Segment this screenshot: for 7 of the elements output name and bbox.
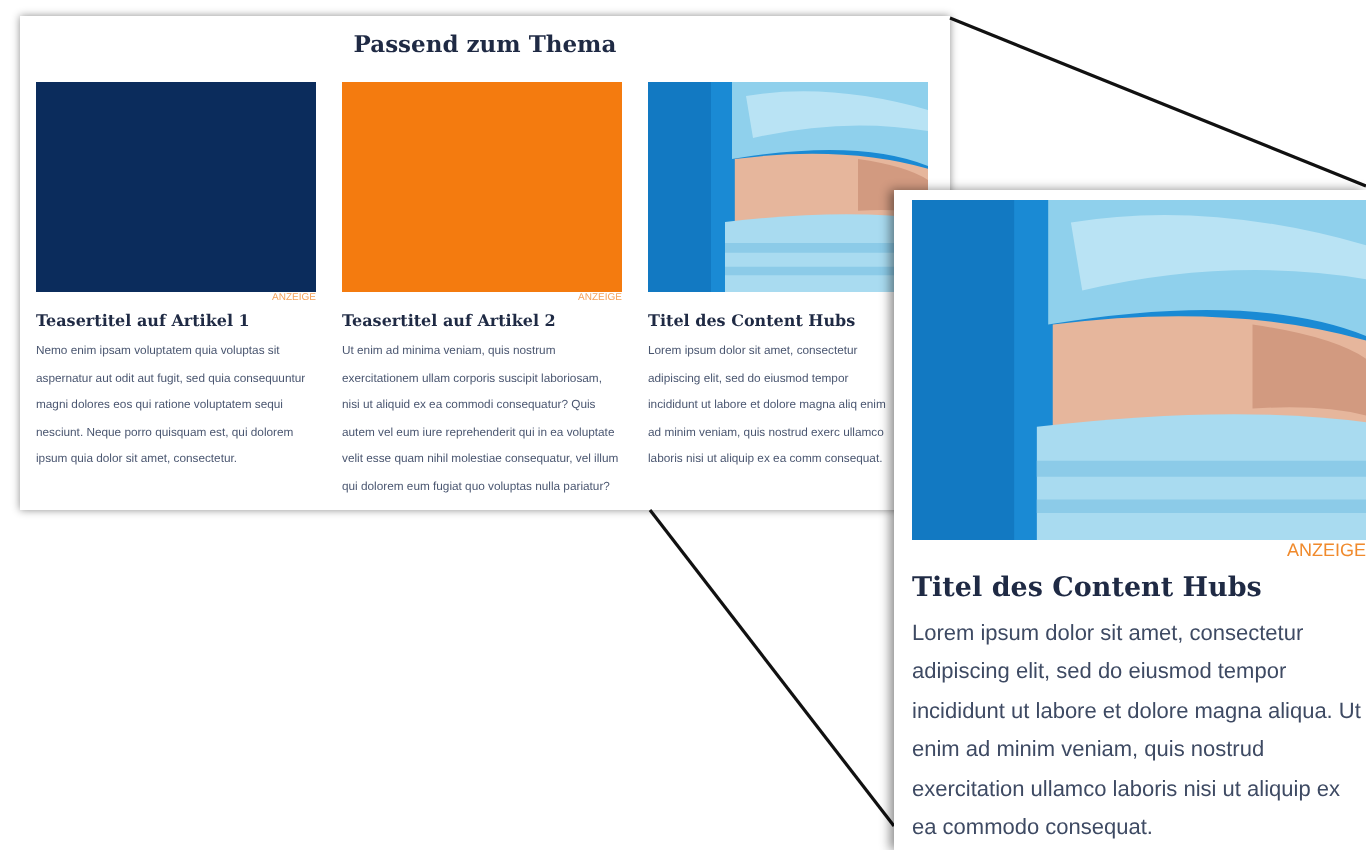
section-title: Passend zum Thema bbox=[351, 28, 619, 62]
teaser-title[interactable]: Titel des Content Hubs bbox=[648, 310, 856, 330]
ad-label: ANZEIGE bbox=[1286, 540, 1366, 564]
teaser-title[interactable]: Teasertitel auf Artikel 1 bbox=[36, 310, 250, 330]
teaser-title[interactable]: Titel des Content Hubs bbox=[912, 572, 1366, 604]
teaser-text: Lorem ipsum dolor sit amet, consectetur adipiscing elit, sed do eiusmod tempor incididunt ut labore et dolore magna aliqua. Ut enim ad minim veniam, quis nostrud exercitation ullamco laboris nisi ut aliquip ex ea commodo consequat. bbox=[912, 620, 1363, 845]
teaser-title[interactable]: Teasertitel auf Artikel 2 bbox=[342, 310, 556, 330]
